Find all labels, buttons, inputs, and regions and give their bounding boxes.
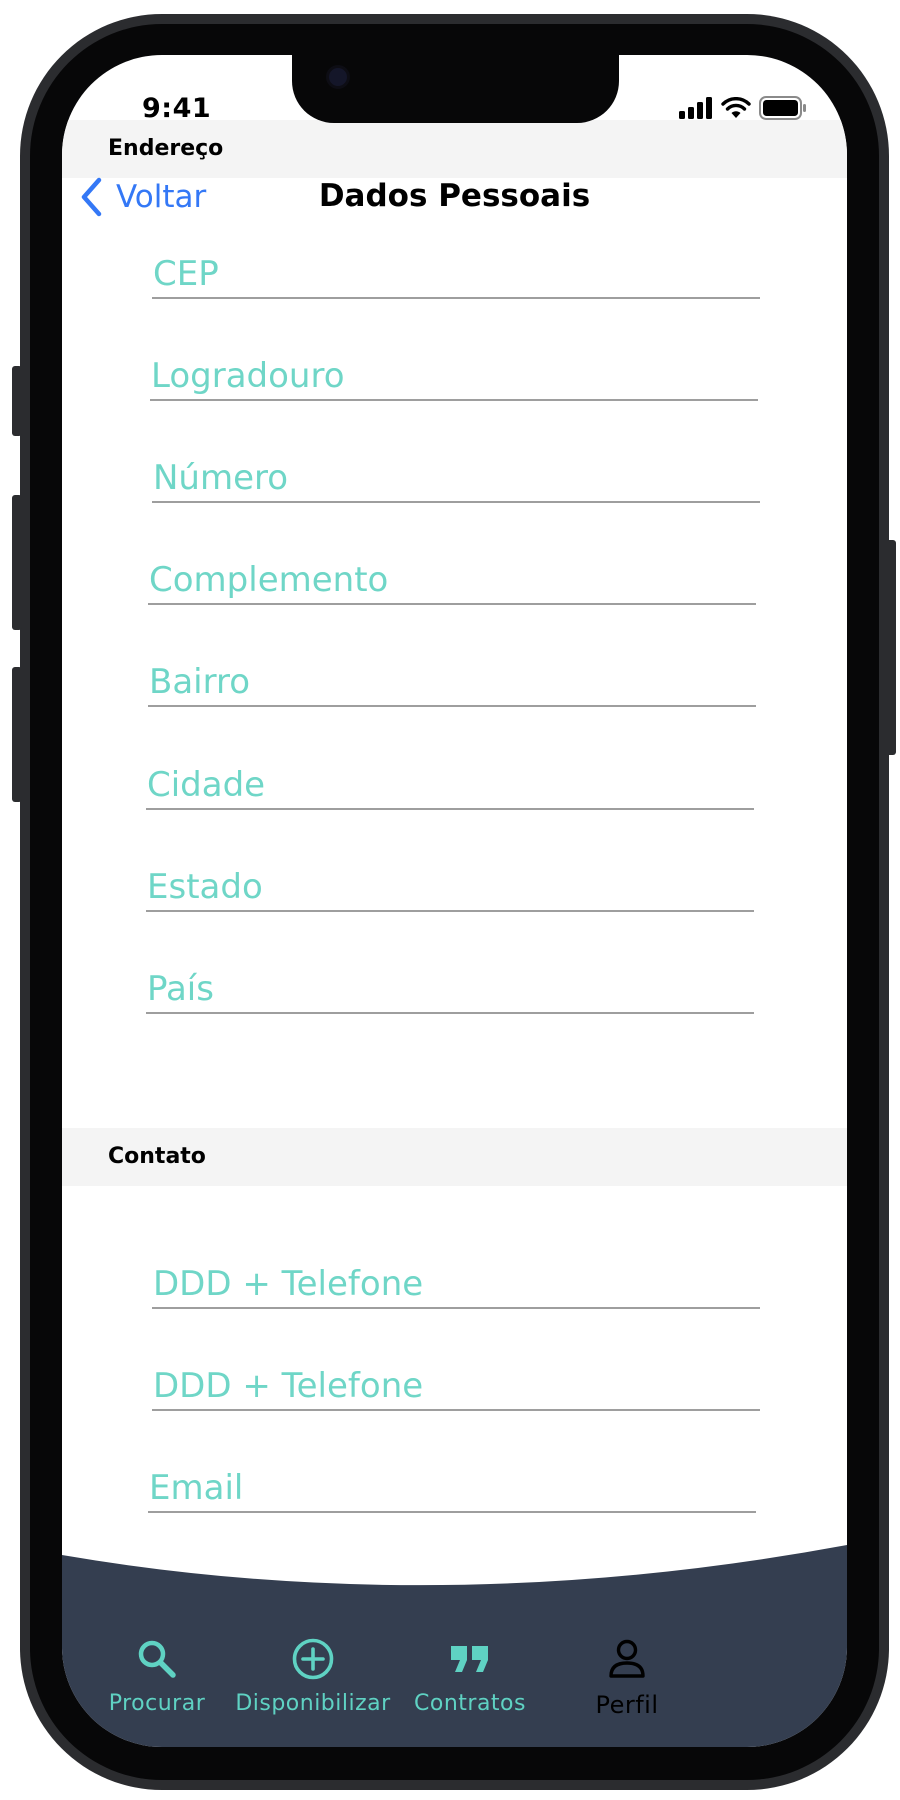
search-icon <box>138 1640 176 1678</box>
quote-icon <box>451 1646 488 1672</box>
numero-input[interactable] <box>152 457 760 499</box>
plus-circle-icon <box>292 1638 334 1680</box>
chevron-left-icon <box>81 177 102 217</box>
pais-input[interactable] <box>146 968 754 1010</box>
section-header-contact-label: Contato <box>108 1144 206 1169</box>
tab-procurar-label: Procurar <box>108 1691 206 1716</box>
complemento-input[interactable] <box>148 559 756 601</box>
estado-field <box>146 866 754 912</box>
tab-contratos[interactable]: Contratos <box>385 1635 555 1716</box>
volume-up-button <box>12 495 22 630</box>
status-icons <box>679 95 807 121</box>
front-camera <box>326 65 350 89</box>
back-button[interactable]: Voltar <box>80 175 206 219</box>
section-header-contact: Contato <box>62 1128 847 1186</box>
numero-field <box>152 457 760 503</box>
email-input[interactable] <box>148 1467 756 1509</box>
back-button-label: Voltar <box>116 179 207 215</box>
wifi-icon <box>721 97 751 118</box>
bairro-field <box>148 661 756 707</box>
bairro-input[interactable] <box>148 661 756 703</box>
complemento-field <box>148 559 756 605</box>
cidade-input[interactable] <box>146 764 754 806</box>
section-header-address: Endereço <box>62 120 847 178</box>
power-button <box>886 540 896 755</box>
email-field <box>148 1467 756 1513</box>
logradouro-input[interactable] <box>150 355 758 397</box>
tab-perfil[interactable]: Perfil <box>542 1635 712 1719</box>
cep-input[interactable] <box>152 253 760 295</box>
pais-field <box>146 968 754 1014</box>
section-header-address-label: Endereço <box>108 136 224 161</box>
estado-input[interactable] <box>146 866 754 908</box>
phone-field-2 <box>152 1365 760 1411</box>
notch <box>292 55 619 123</box>
logradouro-field <box>150 355 758 401</box>
cep-field <box>152 253 760 299</box>
silent-switch <box>12 366 22 436</box>
phone-input-2[interactable] <box>152 1365 760 1407</box>
screen: 9:41 Endereço Dados Pessoais Voltar CEP … <box>62 55 847 1747</box>
tab-disponibilizar[interactable]: Disponibilizar <box>228 1635 398 1716</box>
cellular-signal-icon <box>679 97 712 119</box>
battery-icon <box>759 96 806 120</box>
tab-contratos-label: Contratos <box>414 1691 526 1716</box>
person-icon <box>609 1639 645 1678</box>
phone-input-1[interactable] <box>152 1263 760 1305</box>
cidade-field <box>146 764 754 810</box>
tab-disponibilizar-label: Disponibilizar <box>235 1691 391 1716</box>
tab-perfil-label: Perfil <box>595 1691 659 1719</box>
phone-field-1 <box>152 1263 760 1309</box>
volume-down-button <box>12 667 22 802</box>
tab-procurar[interactable]: Procurar <box>72 1635 242 1716</box>
